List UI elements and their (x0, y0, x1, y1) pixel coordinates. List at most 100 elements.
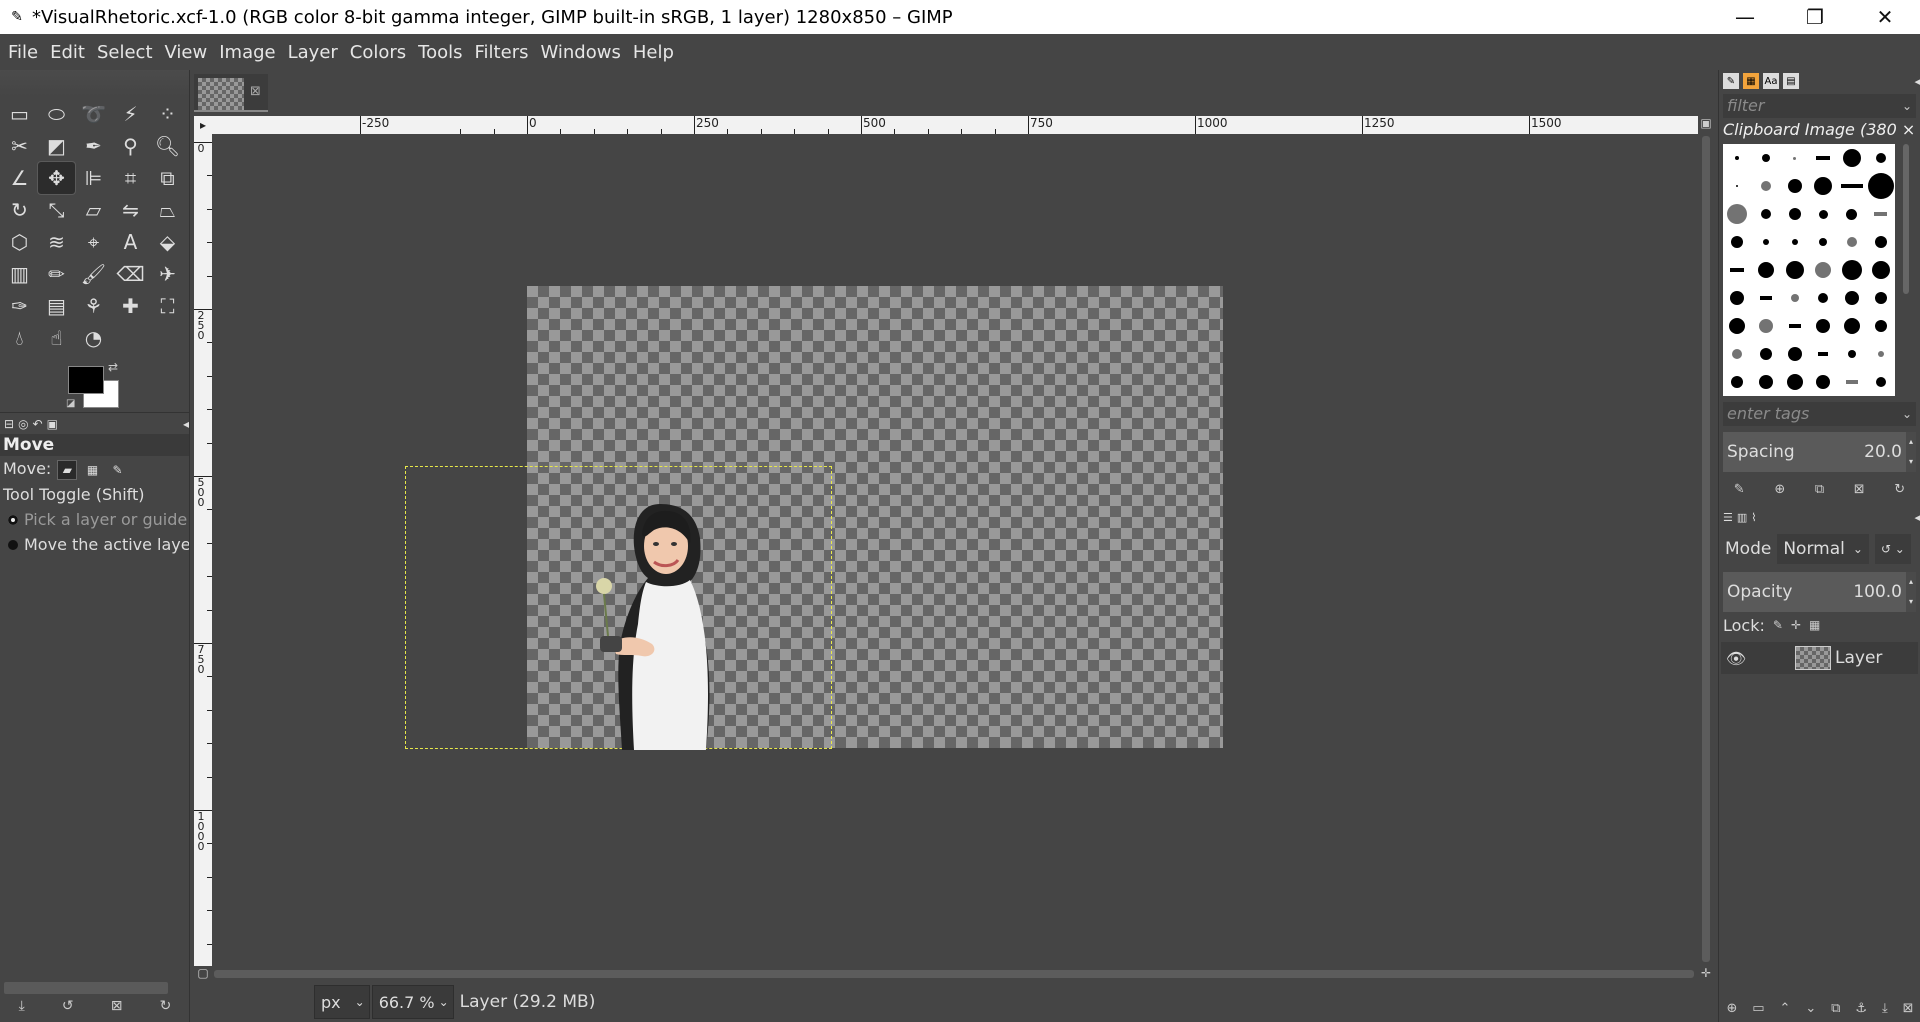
move-active-layer-radio[interactable]: Move the active layer (0, 532, 189, 557)
raise-layer-icon[interactable]: ⌃ (1780, 1001, 1791, 1016)
brush-thumbnail[interactable] (1752, 172, 1781, 200)
brush-thumbnail[interactable] (1723, 284, 1752, 312)
eraser-tool-icon[interactable]: ⌫ (112, 258, 149, 290)
mypaint-brush-tool-icon[interactable]: ▤ (38, 290, 75, 322)
brush-thumbnail[interactable] (1866, 200, 1895, 228)
ellipse-select-tool-icon[interactable]: ⬭ (38, 98, 75, 130)
edit-brush-icon[interactable]: ✎ (1734, 482, 1745, 497)
opacity-spinner[interactable]: Opacity 100.0 ▴ ▾ (1723, 572, 1916, 612)
document-history-tab-icon[interactable]: ▤ (1783, 73, 1799, 89)
delete-options-icon[interactable]: ⊠ (111, 998, 123, 1020)
duplicate-brush-icon[interactable]: ⧉ (1815, 482, 1824, 497)
move-layer-icon[interactable]: ▰ (57, 459, 78, 480)
brush-thumbnail[interactable] (1838, 172, 1867, 200)
maximize-button[interactable]: ❐ (1780, 0, 1850, 34)
blur-sharpen-tool-icon[interactable]: 💧︎ (1, 322, 38, 354)
brush-thumbnail[interactable] (1838, 284, 1867, 312)
menu-tools[interactable]: Tools (414, 42, 466, 63)
brush-thumbnail[interactable] (1838, 340, 1867, 368)
horizontal-ruler[interactable]: -250 0 250 500 750 1000 1250 1500 (212, 116, 1698, 134)
brush-filter-input[interactable]: filter ⌄ (1723, 94, 1916, 118)
restore-options-icon[interactable]: ↺ (62, 998, 74, 1020)
brush-thumbnail[interactable] (1809, 228, 1838, 256)
composite-mode-select[interactable]: ↺ ⌄ (1874, 534, 1911, 564)
brush-thumbnail[interactable] (1838, 200, 1867, 228)
reset-colors-icon[interactable]: ◪ (66, 398, 75, 409)
crop-tool-icon[interactable]: ⌗ (112, 162, 149, 194)
brush-thumbnail[interactable] (1723, 172, 1752, 200)
layer-item[interactable]: 👁︎ Layer (1721, 642, 1918, 674)
new-layer-group-icon[interactable]: ▭ (1752, 1001, 1764, 1016)
brush-thumbnail[interactable] (1809, 312, 1838, 340)
brush-thumbnail[interactable] (1838, 312, 1867, 340)
move-selection-icon[interactable]: ▦ (83, 461, 101, 479)
brush-thumbnail[interactable] (1723, 256, 1752, 284)
menu-view[interactable]: View (161, 42, 212, 63)
measure-tool-icon[interactable]: ∠ (1, 162, 38, 194)
menu-image[interactable]: Image (215, 42, 279, 63)
device-status-tab-icon[interactable]: ◎ (18, 417, 28, 431)
brush-thumbnail[interactable] (1780, 368, 1809, 396)
brush-thumbnail[interactable] (1780, 284, 1809, 312)
flip-tool-icon[interactable]: ⇋ (112, 194, 149, 226)
paintbrush-tool-icon[interactable]: 🖌︎ (75, 258, 112, 290)
fuzzy-select-tool-icon[interactable]: ⚡ (112, 98, 149, 130)
menu-file[interactable]: File (4, 42, 42, 63)
scissors-select-tool-icon[interactable]: ✂ (1, 130, 38, 162)
brush-thumbnail[interactable] (1809, 340, 1838, 368)
align-tool-icon[interactable]: ⊫ (75, 162, 112, 194)
spinner-arrows-icon[interactable]: ▴ ▾ (1906, 432, 1916, 472)
brush-thumbnail[interactable] (1723, 312, 1752, 340)
paths-tab-icon[interactable]: ⌇ (1751, 511, 1756, 524)
layers-dock-configure-icon[interactable]: ◂ (1914, 511, 1920, 524)
anchor-layer-icon[interactable]: ⚓︎ (1855, 1001, 1867, 1016)
free-select-tool-icon[interactable]: ➰ (75, 98, 112, 130)
patterns-tab-icon[interactable]: ▦ (1743, 73, 1759, 89)
zoom-tool-icon[interactable]: 🔍︎ (149, 130, 186, 162)
shear-tool-icon[interactable]: ▱ (75, 194, 112, 226)
unified-transform-tool-icon[interactable]: ⧉ (149, 162, 186, 194)
pencil-tool-icon[interactable]: ✏ (38, 258, 75, 290)
scale-tool-icon[interactable]: ⤡ (38, 194, 75, 226)
perspective-clone-tool-icon[interactable]: ⛶ (149, 290, 186, 322)
brush-thumbnail[interactable] (1752, 144, 1781, 172)
select-by-color-tool-icon[interactable]: ⁘ (149, 98, 186, 130)
brush-thumbnail[interactable] (1809, 256, 1838, 284)
brushes-tab-icon[interactable]: ✎ (1723, 73, 1739, 89)
brush-thumbnail[interactable] (1752, 284, 1781, 312)
brush-thumbnail[interactable] (1866, 172, 1895, 200)
brush-thumbnail[interactable] (1809, 172, 1838, 200)
move-tool-icon[interactable]: ✥ (37, 161, 76, 195)
brush-thumbnail[interactable] (1752, 256, 1781, 284)
move-path-icon[interactable]: ✎ (109, 461, 127, 479)
brush-thumbnail[interactable] (1809, 284, 1838, 312)
brush-thumbnail[interactable] (1780, 144, 1809, 172)
vertical-ruler[interactable]: 0 250 500 750 1000 (194, 134, 212, 966)
bucket-fill-tool-icon[interactable]: ⬙ (149, 226, 186, 258)
tool-options-tab-icon[interactable]: ⊟ (4, 417, 14, 431)
menu-help[interactable]: Help (629, 42, 678, 63)
warp-transform-tool-icon[interactable]: ≋ (38, 226, 75, 258)
unit-select[interactable]: px ⌄ (314, 985, 370, 1019)
lower-layer-icon[interactable]: ⌄ (1805, 1001, 1816, 1016)
brush-thumbnail[interactable] (1723, 200, 1752, 228)
brush-thumbnail[interactable] (1838, 144, 1867, 172)
dock-configure-icon[interactable]: ◂ (1914, 75, 1920, 88)
brush-thumbnail[interactable] (1838, 256, 1867, 284)
foreground-select-tool-icon[interactable]: ◩ (38, 130, 75, 162)
brush-thumbnail[interactable] (1838, 228, 1867, 256)
mode-select[interactable]: Normal ⌄ (1777, 534, 1869, 564)
brush-thumbnail[interactable] (1780, 228, 1809, 256)
lock-alpha-icon[interactable]: ▦ (1809, 618, 1820, 632)
vertical-scrollbar[interactable] (1698, 134, 1714, 966)
ink-tool-icon[interactable]: ✑ (1, 290, 38, 322)
rotate-tool-icon[interactable]: ↻ (1, 194, 38, 226)
brush-thumbnail[interactable] (1752, 200, 1781, 228)
brush-thumbnail[interactable] (1780, 256, 1809, 284)
color-picker-tool-icon[interactable]: ⚲ (112, 130, 149, 162)
save-options-icon[interactable]: ⤓ (19, 998, 25, 1020)
layers-tab-icon[interactable]: ☰ (1723, 511, 1733, 524)
brush-thumbnail[interactable] (1780, 340, 1809, 368)
brush-thumbnail[interactable] (1809, 368, 1838, 396)
swap-colors-icon[interactable]: ⇄ (108, 360, 118, 374)
